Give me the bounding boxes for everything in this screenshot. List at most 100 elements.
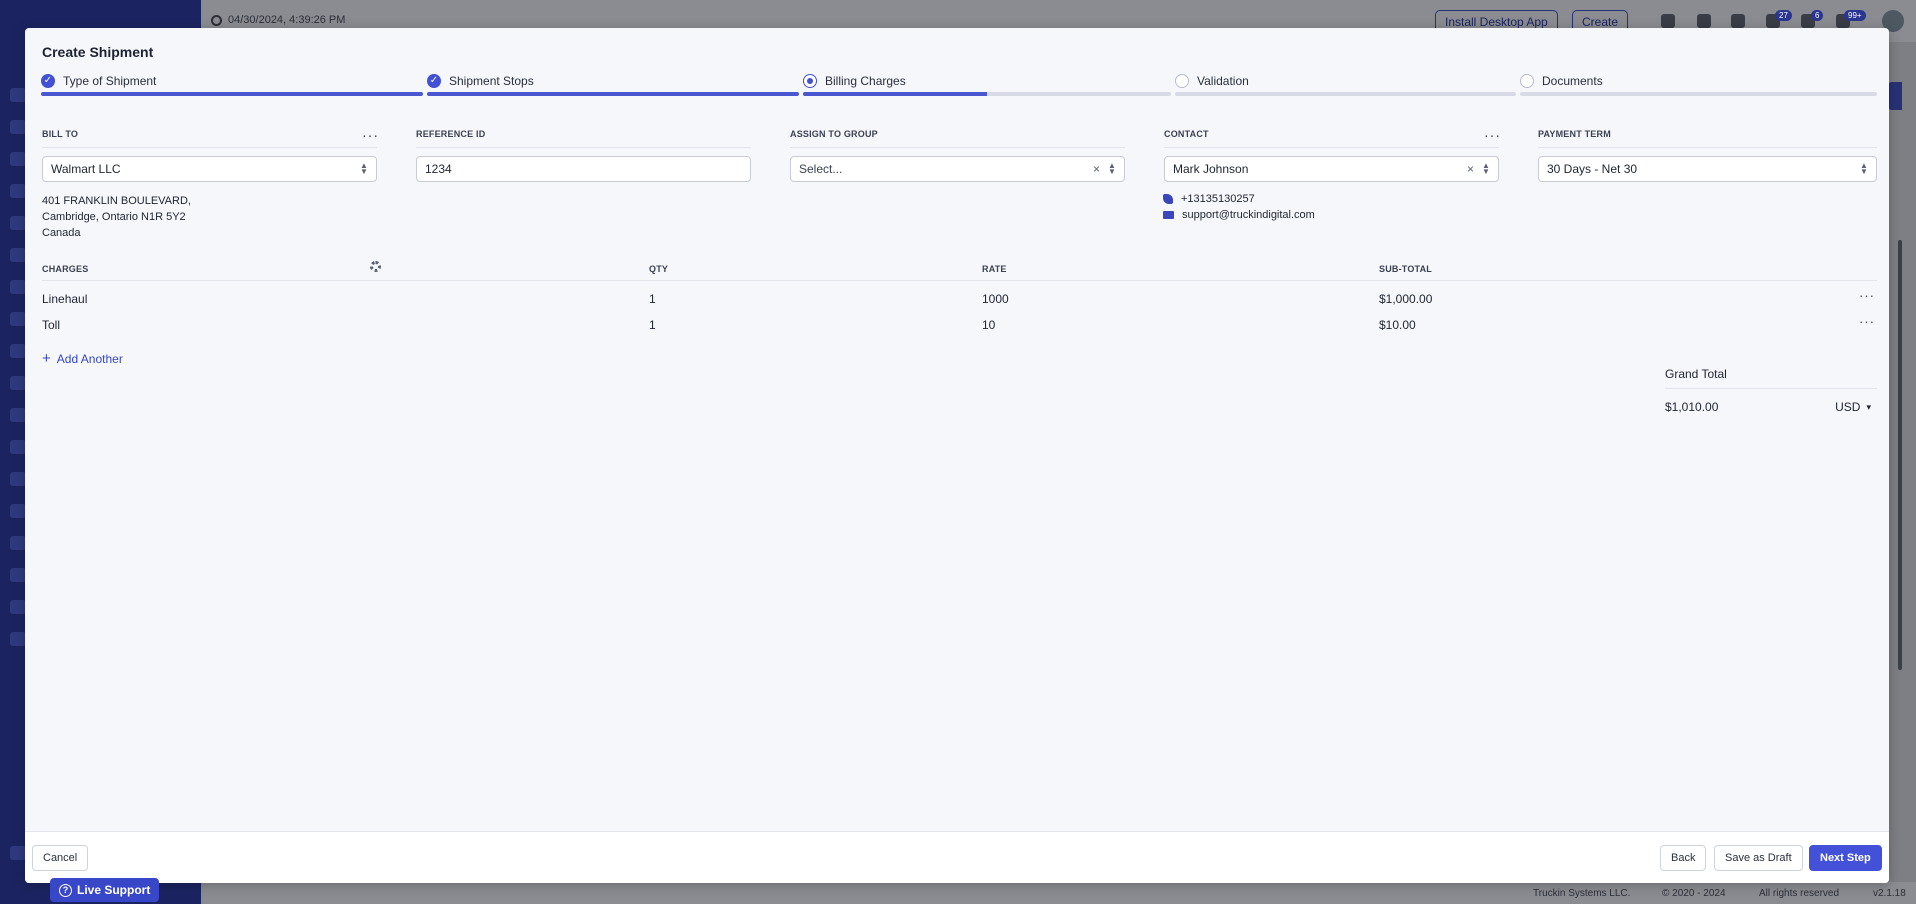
star-icon[interactable] (10, 88, 26, 102)
step-progress-fill (41, 92, 423, 96)
payment-term-value: 30 Days - Net 30 (1547, 162, 1638, 176)
tasks-badge: 27 (1775, 10, 1792, 21)
step-label: Type of Shipment (63, 74, 157, 88)
step-type-of-shipment[interactable]: ✓ Type of Shipment (41, 72, 423, 126)
clear-icon[interactable]: × (1467, 162, 1474, 176)
add-another-label: Add Another (56, 352, 123, 366)
address-line: 401 FRANKLIN BOULEVARD, (42, 195, 191, 207)
assign-group-placeholder: Select... (799, 162, 843, 176)
step-label: Documents (1542, 74, 1603, 88)
package-icon[interactable] (1661, 14, 1675, 28)
select-arrows-icon: ▲ ▼ (1482, 161, 1490, 176)
chat-badge: 6 (1811, 10, 1824, 21)
list-icon[interactable] (1697, 14, 1711, 28)
back-button[interactable]: Back (1660, 845, 1707, 871)
wrench-icon[interactable] (10, 536, 26, 550)
next-step-button[interactable]: Next Step (1809, 845, 1882, 871)
clear-icon[interactable]: × (1093, 162, 1100, 176)
truck-icon[interactable] (10, 248, 26, 262)
divider (1164, 147, 1499, 148)
charges-header: CHARGES (42, 264, 89, 274)
radio-selected-icon (803, 74, 817, 88)
contact-more-icon[interactable]: ··· (1484, 127, 1501, 143)
bill-to-value: Walmart LLC (51, 162, 121, 176)
footer-rights: All rights reserved (1759, 888, 1840, 899)
charge-subtotal: $1,000.00 (1379, 292, 1433, 306)
bill-to-select[interactable]: Walmart LLC ▲ ▼ (42, 156, 377, 182)
dollar-circle-icon[interactable] (1731, 14, 1745, 28)
datetime: 04/30/2024, 4:39:26 PM (211, 14, 345, 26)
charge-rate[interactable]: 1000 (982, 292, 1009, 306)
live-support-label: Live Support (77, 883, 151, 897)
card-icon[interactable] (10, 440, 26, 454)
grand-total-label: Grand Total (1665, 367, 1727, 381)
document-icon[interactable] (10, 504, 26, 518)
app-footer: Truckin Systems LLC. © 2020 - 2024 All r… (201, 882, 1916, 904)
reference-id-input[interactable]: 1234 (416, 156, 751, 182)
dollar-icon[interactable] (10, 408, 26, 422)
settings-icon[interactable] (10, 846, 26, 860)
mail-icon (1163, 211, 1174, 219)
currency-select[interactable]: USD ▾ (1835, 400, 1871, 414)
bill-to-label: BILL TO (42, 129, 79, 139)
charge-qty[interactable]: 1 (649, 292, 656, 306)
contact-select[interactable]: Mark Johnson × ▲ ▼ (1164, 156, 1499, 182)
radio-empty-icon (1520, 74, 1534, 88)
subtotal-header: SUB-TOTAL (1379, 264, 1432, 274)
contact-email: support@truckindigital.com (1163, 209, 1315, 221)
save-draft-button[interactable]: Save as Draft (1714, 845, 1803, 871)
fuel-icon[interactable] (10, 568, 26, 582)
charge-name[interactable]: Toll (42, 318, 60, 332)
people-icon[interactable] (10, 376, 26, 390)
bill-to-more-icon[interactable]: ··· (362, 127, 379, 143)
address-line: Cambridge, Ontario N1R 5Y2 (42, 211, 186, 223)
footer-version: v2.1.18 (1873, 888, 1906, 899)
step-documents[interactable]: Documents (1520, 72, 1877, 126)
currency-value: USD (1835, 400, 1861, 414)
reference-id-label: REFERENCE ID (416, 129, 486, 139)
trailer-icon[interactable] (10, 280, 26, 294)
step-progress (1520, 92, 1877, 96)
route-icon[interactable] (10, 216, 26, 230)
charge-rate[interactable]: 10 (982, 318, 995, 332)
help-icon: ? (59, 883, 72, 897)
step-progress (41, 92, 423, 96)
row-more-icon[interactable]: ··· (1859, 288, 1875, 303)
book-icon[interactable] (10, 472, 26, 486)
address-line: Canada (42, 227, 81, 239)
id-card-icon[interactable] (10, 632, 26, 646)
divider (790, 147, 1125, 148)
row-more-icon[interactable]: ··· (1859, 314, 1875, 329)
contact-phone: +13135130257 (1163, 193, 1255, 205)
contact-label: CONTACT (1164, 129, 1209, 139)
users-icon[interactable] (10, 152, 26, 166)
assign-group-select[interactable]: Select... × ▲ ▼ (790, 156, 1125, 182)
contact-value: Mark Johnson (1173, 162, 1249, 176)
charge-qty[interactable]: 1 (649, 318, 656, 332)
step-validation[interactable]: Validation (1175, 72, 1516, 126)
shield-icon[interactable] (10, 312, 26, 326)
step-billing-charges[interactable]: Billing Charges (803, 72, 1171, 126)
charge-subtotal: $10.00 (1379, 318, 1416, 332)
payment-term-select[interactable]: 30 Days - Net 30 ▲ ▼ (1538, 156, 1877, 182)
cancel-button[interactable]: Cancel (32, 845, 89, 871)
add-another-button[interactable]: + Add Another (42, 351, 123, 366)
dashboard-icon[interactable] (10, 120, 26, 134)
charge-name[interactable]: Linehaul (42, 292, 87, 306)
location-icon[interactable] (10, 344, 26, 358)
step-shipment-stops[interactable]: ✓ Shipment Stops (427, 72, 799, 126)
modal-footer: Cancel Back Save as Draft Next Step (25, 831, 1889, 883)
select-arrows-icon: ▲ ▼ (1860, 161, 1868, 176)
qty-header: QTY (649, 264, 669, 274)
folder-icon[interactable] (10, 184, 26, 198)
gear-icon[interactable] (370, 261, 381, 272)
divider (42, 147, 377, 148)
chart-icon[interactable] (10, 600, 26, 614)
bill-to-address: 401 FRANKLIN BOULEVARD, Cambridge, Ontar… (42, 193, 191, 241)
step-progress-fill (427, 92, 799, 96)
step-label: Validation (1197, 74, 1249, 88)
background-scrollbar (1898, 240, 1902, 670)
create-shipment-modal: Create Shipment ✓ Type of Shipment ✓ Shipm… (25, 28, 1889, 883)
rate-header: RATE (982, 264, 1007, 274)
live-support-button[interactable]: ? Live Support (50, 878, 160, 902)
